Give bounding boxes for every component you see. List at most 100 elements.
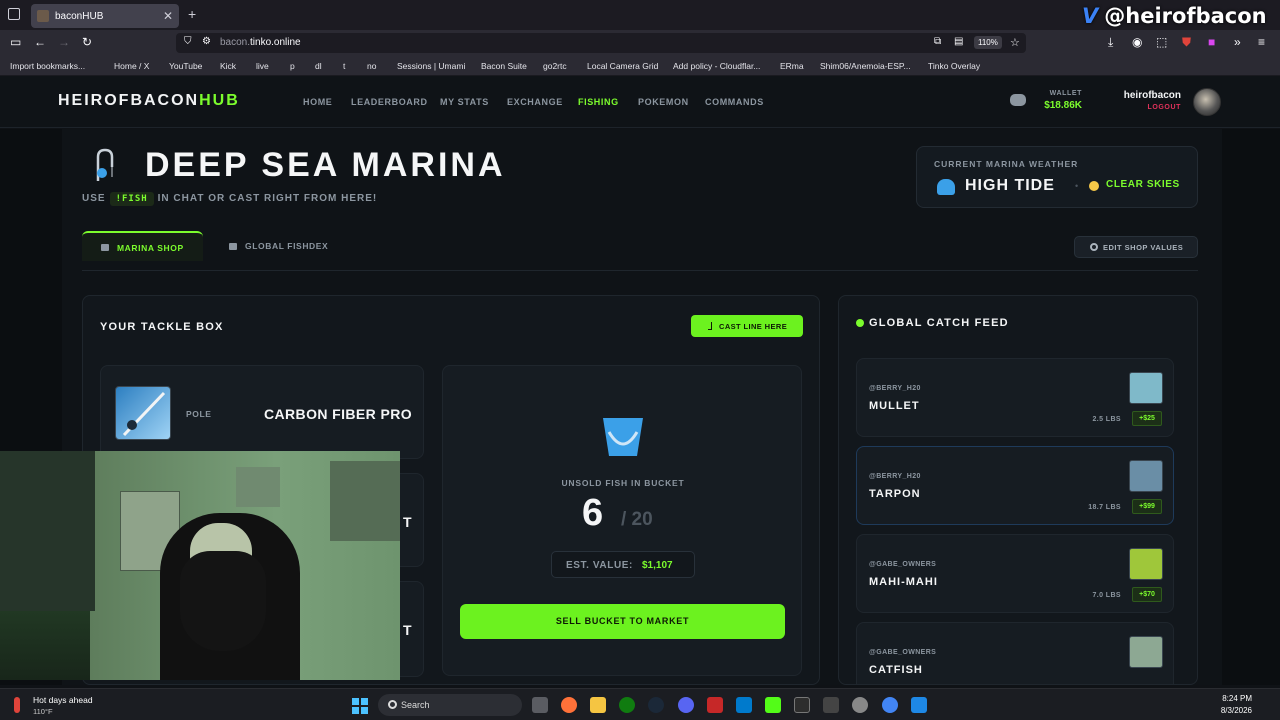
new-tab-icon[interactable]: + — [188, 6, 196, 22]
est-value: $1,107 — [642, 560, 673, 571]
sell-bucket-button[interactable]: SELL BUCKET TO MARKET — [460, 604, 785, 639]
nav-pokemon[interactable]: POKEMON — [638, 97, 689, 107]
browser-nav-bar: ▭ ← → ↻ ⛉ ⚙ bacon.tinko.online ⧉ ▤ 110% … — [0, 30, 1280, 56]
sidebar-icon[interactable]: ▭ — [10, 35, 21, 49]
downloads-icon[interactable]: ⤓ — [1108, 35, 1113, 50]
bookmark-item[interactable]: Kick — [220, 61, 236, 71]
nav-my-stats[interactable]: MY STATS — [440, 97, 489, 107]
bookmark-item[interactable]: Sessions | Umami — [397, 61, 465, 71]
bookmark-item[interactable]: Local Camera Grid — [587, 61, 658, 71]
bookmark-item[interactable]: Bacon Suite — [481, 61, 527, 71]
sun-icon — [1089, 181, 1099, 191]
fish-command: !FISH — [109, 192, 154, 206]
sell-bucket-label: SELL BUCKET TO MARKET — [555, 616, 690, 626]
bookmark-item[interactable]: ERma — [780, 61, 804, 71]
firefox-icon[interactable] — [561, 697, 577, 713]
bookmark-item[interactable]: no — [367, 61, 376, 71]
app-icon[interactable] — [823, 697, 839, 713]
weather-widget-temp[interactable]: 110°F — [33, 707, 53, 716]
start-button[interactable] — [352, 698, 368, 714]
steam-icon[interactable] — [648, 697, 664, 713]
profile-icon[interactable]: ■ — [1208, 35, 1215, 49]
bookmark-item[interactable]: Home / X — [114, 61, 149, 71]
slot-item-name: T — [403, 622, 412, 638]
reload-icon[interactable]: ↻ — [82, 35, 92, 49]
bookmark-star-icon[interactable]: ☆ — [1010, 36, 1020, 49]
bookmark-item[interactable]: YouTube — [169, 61, 202, 71]
bookmark-item[interactable]: live — [256, 61, 269, 71]
bookmark-item[interactable]: dl — [315, 61, 322, 71]
page-title: DEEP SEA MARINA — [145, 146, 506, 184]
catch-item[interactable]: @GABE_OWNERS CATFISH — [856, 622, 1174, 684]
app-icon[interactable] — [852, 697, 868, 713]
nav-exchange[interactable]: EXCHANGE — [507, 97, 563, 107]
username: heirofbacon — [1123, 90, 1181, 101]
catch-value: +$99 — [1132, 499, 1162, 514]
clock-time[interactable]: 8:24 PM — [1216, 694, 1252, 703]
site-logo[interactable]: HEIROFBACONHUB — [58, 92, 240, 110]
notepad-icon[interactable] — [911, 697, 927, 713]
zoom-level[interactable]: 110% — [974, 36, 1002, 49]
bookmark-item[interactable]: p — [290, 61, 295, 71]
forward-icon[interactable]: → — [58, 35, 70, 49]
bookmark-item[interactable]: Import bookmarks... — [10, 61, 85, 71]
vscode-icon[interactable] — [736, 697, 752, 713]
terminal-icon[interactable] — [794, 697, 810, 713]
tab-global-fishdex[interactable]: GLOBAL FISHDEX — [245, 241, 328, 251]
shield-icon[interactable]: ⛉ — [184, 36, 192, 47]
nav-leaderboard[interactable]: LEADERBOARD — [351, 97, 428, 107]
ublock-icon[interactable]: ⛊ — [1182, 35, 1191, 50]
logout-link[interactable]: LOGOUT — [1110, 104, 1181, 111]
catch-weight: 18.7 LBS — [1088, 504, 1121, 511]
overflow-icon[interactable]: » — [1234, 35, 1241, 49]
catch-weight: 7.0 LBS — [1092, 592, 1121, 599]
vip-logo-icon: V — [1082, 4, 1099, 28]
catch-item[interactable]: @BERRY_H20 MULLET 2.5 LBS +$25 — [856, 358, 1174, 437]
search-icon — [388, 700, 397, 709]
bookmarks-bar: Import bookmarks... Home / X YouTube Kic… — [0, 56, 1280, 76]
catch-user: @GABE_OWNERS — [869, 649, 937, 656]
bookmark-item[interactable]: Add policy - Cloudflar... — [673, 61, 760, 71]
bookmark-item[interactable]: Tinko Overlay — [928, 61, 980, 71]
back-icon[interactable]: ← — [34, 35, 46, 49]
fishing-rod-icon — [115, 386, 171, 440]
browser-tab[interactable]: baconHUB ✕ — [31, 4, 179, 28]
discord-taskbar-icon[interactable] — [678, 697, 694, 713]
tide-status: HIGH TIDE — [965, 177, 1055, 194]
kick-icon[interactable] — [765, 697, 781, 713]
tab-list-icon[interactable] — [8, 8, 20, 20]
file-explorer-icon[interactable] — [590, 697, 606, 713]
estimated-value-box: EST. VALUE: $1,107 — [551, 551, 695, 578]
bookmark-item[interactable]: Shim06/Anemoia-ESP... — [820, 61, 911, 71]
clock-date[interactable]: 8/3/2026 — [1206, 706, 1252, 715]
nav-home[interactable]: HOME — [303, 97, 332, 107]
catch-item[interactable]: @GABE_OWNERS MAHI-MAHI 7.0 LBS +$70 — [856, 534, 1174, 613]
url-bar[interactable]: ⛉ ⚙ bacon.tinko.online ⧉ ▤ 110% ☆ — [176, 33, 1026, 53]
chrome-icon[interactable] — [882, 697, 898, 713]
screenshot-icon[interactable]: ⧉ — [934, 36, 941, 47]
bookmark-item[interactable]: t — [343, 61, 345, 71]
xbox-icon[interactable] — [619, 697, 635, 713]
discord-icon[interactable] — [1010, 94, 1026, 106]
site-info-icon[interactable]: ⚙ — [202, 36, 211, 47]
edit-shop-values-button[interactable]: EDIT SHOP VALUES — [1074, 236, 1198, 258]
avatar[interactable] — [1193, 88, 1221, 116]
taskbar-search[interactable]: Search — [378, 694, 522, 716]
est-value-label: EST. VALUE: — [566, 560, 633, 571]
thermometer-icon[interactable] — [14, 697, 20, 713]
reader-icon[interactable]: ▤ — [954, 36, 963, 47]
task-view-icon[interactable] — [532, 697, 548, 713]
tab-marina-shop[interactable]: MARINA SHOP — [82, 231, 203, 261]
extension-icon[interactable]: ◉ — [1132, 35, 1142, 49]
cast-line-button[interactable]: CAST LINE HERE — [691, 315, 803, 337]
close-tab-icon[interactable]: ✕ — [163, 9, 173, 23]
catch-item[interactable]: @BERRY_H20 TARPON 18.7 LBS +$99 — [856, 446, 1174, 525]
menu-icon[interactable]: ≡ — [1258, 35, 1265, 49]
weather-widget-title[interactable]: Hot days ahead — [33, 695, 93, 705]
nav-commands[interactable]: COMMANDS — [705, 97, 764, 107]
app-icon[interactable] — [707, 697, 723, 713]
bookmark-item[interactable]: go2rtc — [543, 61, 567, 71]
nav-fishing[interactable]: FISHING — [578, 97, 619, 107]
tackle-slot-pole[interactable]: POLE CARBON FIBER PRO — [100, 365, 424, 459]
extensions-icon[interactable]: ⬚ — [1156, 35, 1167, 49]
